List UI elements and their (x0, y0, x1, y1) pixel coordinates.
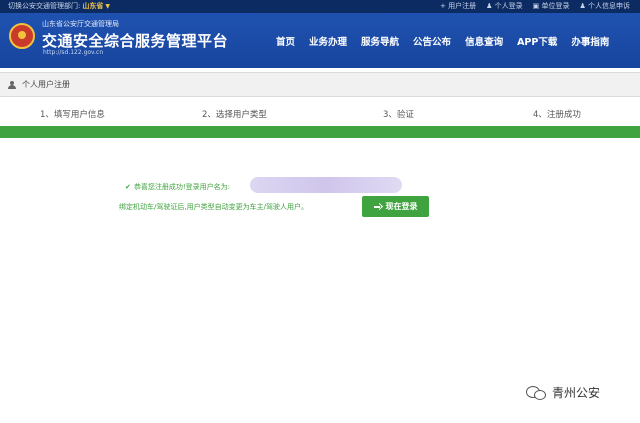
check-icon: ✔ (125, 183, 131, 191)
progress-bar (0, 126, 640, 138)
success-text: 恭喜您注册成功!登录用户名为: (133, 183, 231, 191)
success-message: ✔ 恭喜您注册成功!登录用户名为: (125, 182, 230, 192)
nav-info-query[interactable]: 信息查询 (465, 34, 503, 48)
user-type-note: 绑定机动车/驾驶证后,用户类型自动变更为车主/驾驶人用户。 (119, 203, 308, 211)
site-url: http://sd.122.gov.cn (43, 49, 104, 56)
wechat-icon (526, 385, 546, 400)
watermark-text: 青州公安 (552, 386, 601, 400)
province-select[interactable]: 山东省 (82, 2, 103, 10)
register-link-label: 用户注册 (448, 2, 477, 10)
login-now-button[interactable]: 现在登录 (362, 196, 429, 217)
site-header: 山东省公安厅交通管理局 交通安全综合服务管理平台 http://sd.122.g… (0, 13, 640, 68)
nav-announcements[interactable]: 公告公布 (413, 34, 451, 48)
personal-login-label: 个人登录 (494, 2, 523, 10)
user-icon (8, 81, 16, 89)
switcher-label: 切换公安交通管理部门: (8, 2, 81, 10)
top-links: + 用户注册 ♟ 个人登录 ▣ 单位登录 ♟ 个人信息申诉 (440, 0, 630, 13)
nav-app-download[interactable]: APP下载 (517, 34, 557, 48)
step-success: 4、注册成功 (533, 110, 581, 120)
panel-header: 个人用户注册 (0, 72, 640, 97)
caret-down-icon: ▼ (105, 3, 110, 10)
nav-business[interactable]: 业务办理 (309, 34, 347, 48)
step-choose-type: 2、选择用户类型 (202, 110, 267, 120)
panel-title: 个人用户注册 (22, 80, 70, 89)
watermark: 青州公安 (526, 384, 600, 401)
step-verify: 3、验证 (383, 110, 414, 120)
unit-login-link[interactable]: ▣ 单位登录 (533, 0, 570, 13)
register-link[interactable]: + 用户注册 (440, 0, 476, 13)
unit-login-label: 单位登录 (541, 2, 570, 10)
registration-steps: 1、填写用户信息 2、选择用户类型 3、验证 4、注册成功 (0, 108, 640, 122)
personal-login-link[interactable]: ♟ 个人登录 (486, 0, 523, 13)
step-fill-info: 1、填写用户信息 (40, 110, 105, 120)
sign-in-icon (373, 202, 383, 211)
appeal-link[interactable]: ♟ 个人信息申诉 (579, 0, 630, 13)
main-nav: 首页 业务办理 服务导航 公告公布 信息查询 APP下载 办事指南 (276, 34, 623, 48)
police-emblem-icon (9, 23, 35, 49)
appeal-link-label: 个人信息申诉 (588, 2, 630, 10)
nav-home[interactable]: 首页 (276, 34, 295, 48)
top-bar: 切换公安交通管理部门: 山东省 ▼ + 用户注册 ♟ 个人登录 ▣ 单位登录 ♟ 个… (0, 0, 640, 13)
blurred-username (250, 177, 402, 193)
department-switcher[interactable]: 切换公安交通管理部门: 山东省 ▼ (8, 0, 110, 13)
progress-fill (0, 126, 640, 138)
login-now-label: 现在登录 (385, 202, 418, 211)
site-title[interactable]: 交通安全综合服务管理平台 (42, 30, 228, 51)
nav-guide[interactable]: 办事指南 (571, 34, 609, 48)
site-subtitle: 山东省公安厅交通管理局 (42, 20, 119, 28)
nav-service-guide[interactable]: 服务导航 (361, 34, 399, 48)
